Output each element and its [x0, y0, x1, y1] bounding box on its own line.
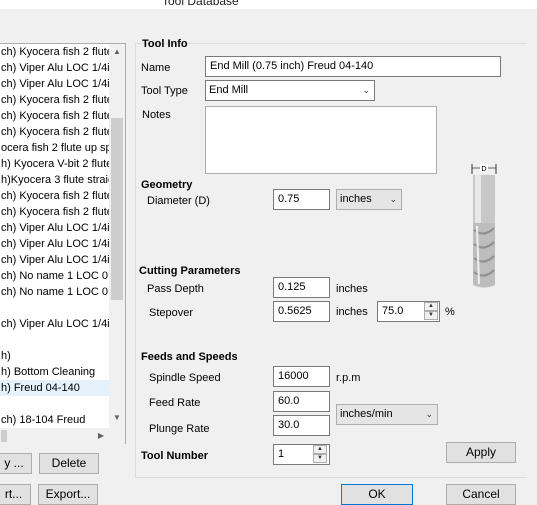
export-button[interactable]: Export... [38, 484, 98, 505]
pass-depth-label: Pass Depth [147, 283, 204, 295]
horizontal-scrollbar[interactable]: ▶ [0, 428, 109, 444]
spin-down-icon[interactable]: ▼ [424, 311, 438, 320]
tool-list-item[interactable]: h) Bottom Cleaning [0, 364, 109, 380]
percent-sign: % [445, 306, 455, 318]
scroll-down-icon[interactable]: ▼ [109, 410, 125, 426]
tool-number-spinner[interactable]: ▲ ▼ [313, 445, 327, 464]
tool-info-header: Tool Info [142, 38, 188, 50]
tool-list-item[interactable]: ch) Viper Alu LOC 1/4ir [0, 220, 109, 236]
chevron-down-icon: ⌄ [362, 85, 370, 95]
tool-list-item[interactable]: ch) 18-104 Freud [0, 412, 109, 428]
tool-list-item[interactable]: ch) Viper Alu LOC 1/4ir [0, 236, 109, 252]
name-label: Name [141, 62, 171, 74]
title-bar: Tool Database [0, 0, 537, 9]
tool-list-item[interactable]: ch) Viper Alu LOC 1/4ir [0, 76, 109, 92]
tool-list-item[interactable]: ch) Viper Alu LOC 1/4ir [0, 252, 109, 268]
spindle-speed-input[interactable]: 16000 [273, 366, 330, 387]
tool-list-item[interactable]: ch) Kyocera fish 2 flute [0, 204, 109, 220]
feeds-and-speeds-header: Feeds and Speeds [141, 351, 238, 363]
pass-depth-input[interactable]: 0.125 [273, 277, 330, 298]
chevron-down-icon: ⌄ [425, 409, 433, 419]
end-mill-diagram-icon: D [471, 164, 497, 288]
tool-list-item[interactable]: ocera fish 2 flute up sp [0, 140, 109, 156]
tool-list-item[interactable]: ch) Kyocera fish 2 flute [0, 188, 109, 204]
spindle-speed-unit: r.p.m [336, 372, 361, 384]
tool-list-item[interactable] [0, 332, 109, 348]
cancel-button[interactable]: Cancel [446, 484, 516, 505]
tool-list-item[interactable]: ch) Kyocera fish 2 flute [0, 44, 109, 60]
stepover-unit: inches [336, 306, 368, 318]
plunge-rate-label: Plunge Rate [149, 423, 210, 435]
rate-units-value: inches/min [340, 408, 393, 420]
window-title: Tool Database [162, 0, 239, 8]
vertical-scrollbar[interactable]: ▲ ▼ [109, 44, 125, 428]
scroll-thumb[interactable] [111, 118, 123, 300]
hscroll-thumb[interactable] [1, 430, 7, 442]
tool-list[interactable]: ch) Kyocera fish 2 flute ch) Viper Alu LO… [0, 43, 126, 444]
feed-rate-input[interactable]: 60.0 [273, 391, 330, 412]
scroll-corner [109, 428, 125, 444]
diameter-diagram-label: D [481, 165, 486, 173]
diameter-units-value: inches [340, 193, 372, 205]
stepover-percent-spinner[interactable]: ▲ ▼ [424, 302, 438, 321]
name-input[interactable]: End Mill (0.75 inch) Freud 04-140 [205, 56, 501, 77]
tool-list-item[interactable]: h) [0, 348, 109, 364]
tool-type-select[interactable]: End Mill ⌄ [205, 80, 375, 101]
tool-list-item[interactable]: ch) No name 1 LOC 0,2i [0, 284, 109, 300]
diameter-units-select[interactable]: inches ⌄ [336, 189, 402, 210]
pass-depth-unit: inches [336, 283, 368, 295]
apply-button[interactable]: Apply [446, 442, 516, 463]
spin-down-icon[interactable]: ▼ [313, 454, 327, 463]
tool-list-item[interactable]: ch) Viper Alu LOC 1/4ir [0, 316, 109, 332]
tool-list-item[interactable] [0, 300, 109, 316]
scroll-up-icon[interactable]: ▲ [109, 44, 125, 60]
stepover-input[interactable]: 0.5625 [273, 301, 330, 322]
tool-list-item[interactable]: h)Kyocera 3 flute straic [0, 172, 109, 188]
tool-list-item[interactable]: ch) Kyocera fish 2 flute [0, 124, 109, 140]
rate-units-select[interactable]: inches/min ⌄ [336, 404, 438, 425]
feed-rate-label: Feed Rate [149, 397, 201, 409]
diameter-label: Diameter (D) [147, 195, 210, 207]
copy-button[interactable]: y ... [0, 453, 32, 474]
diameter-input[interactable]: 0.75 [273, 189, 330, 210]
tool-type-value: End Mill [209, 84, 249, 96]
spindle-speed-label: Spindle Speed [149, 372, 221, 384]
tool-list-item[interactable]: ch) No name 1 LOC 0,2i [0, 268, 109, 284]
notes-label: Notes [142, 109, 171, 121]
spin-up-icon[interactable]: ▲ [424, 302, 438, 311]
ok-button[interactable]: OK [341, 484, 413, 505]
stepover-label: Stepover [149, 307, 194, 319]
tool-list-item[interactable]: ch) Kyocera fish 2 flute [0, 92, 109, 108]
tool-type-label: Tool Type [141, 85, 188, 97]
cutting-parameters-header: Cutting Parameters [139, 265, 241, 277]
import-button[interactable]: rt... [0, 484, 31, 505]
tool-list-item[interactable]: ch) Kyocera fish 2 flute [0, 108, 109, 124]
spin-up-icon[interactable]: ▲ [313, 445, 327, 454]
notes-textarea[interactable] [205, 106, 437, 174]
chevron-down-icon: ⌄ [389, 194, 397, 204]
plunge-rate-input[interactable]: 30.0 [273, 415, 330, 436]
tool-list-item[interactable]: h) Freud 04-140 [0, 380, 109, 396]
tool-list-item[interactable]: h) Kyocera V-bit 2 flute [0, 156, 109, 172]
delete-button[interactable]: Delete [39, 453, 99, 474]
tool-list-rows[interactable]: ch) Kyocera fish 2 flute ch) Viper Alu LO… [0, 44, 109, 428]
geometry-header: Geometry [141, 179, 193, 191]
scroll-right-icon[interactable]: ▶ [93, 428, 109, 444]
tool-list-item[interactable] [0, 396, 109, 412]
tool-list-item[interactable]: ch) Viper Alu LOC 1/4ir [0, 60, 109, 76]
tool-number-label: Tool Number [141, 450, 209, 462]
